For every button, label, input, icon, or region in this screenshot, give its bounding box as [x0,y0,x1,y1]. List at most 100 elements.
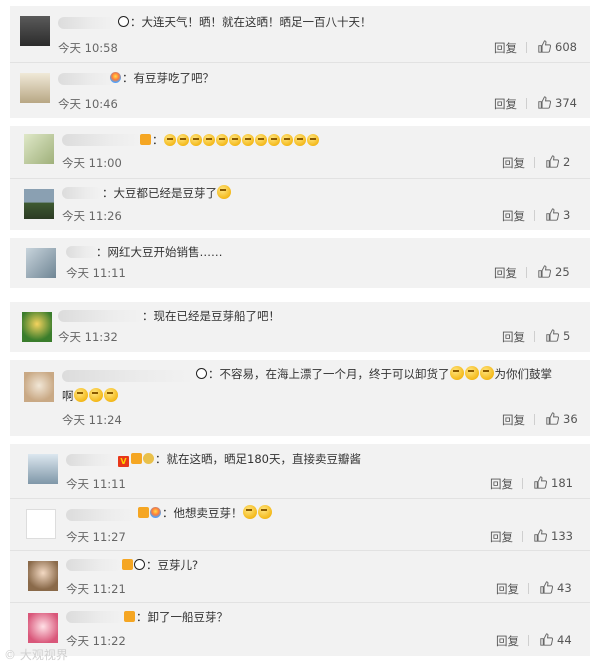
comment-card-5: ：不容易，在海上漂了一个月，终于可以卸货了 为你们鼓掌 啊 今天 11:24 回复… [10,360,590,436]
emoji-icon [73,388,119,403]
timestamp: 今天 11:21 [66,582,126,596]
comment-5: ：网红大豆开始销售…… 今天 11:11 回复 25 [10,238,590,288]
reply-button[interactable]: 回复 [502,155,525,171]
like-button[interactable]: 5 [546,329,570,343]
like-button[interactable]: 44 [540,633,572,647]
like-count: 608 [555,40,577,54]
username-blurred[interactable] [66,559,122,571]
avatar[interactable] [28,561,58,591]
medal-badge-icon [124,611,135,622]
like-button[interactable]: 608 [538,40,577,54]
medal-badge-icon [131,453,142,464]
badge-icon [140,134,151,145]
like-button[interactable]: 36 [546,412,578,426]
reply-button[interactable]: 回复 [494,265,517,281]
avatar[interactable] [28,613,58,643]
like-button[interactable]: 43 [540,581,572,595]
emoji-icon [242,505,273,520]
timestamp: 今天 11:27 [66,530,126,544]
comment-text-wrap: 啊 [62,389,74,403]
comment-text: ：大连天气！晒！就在这晒！晒足一百八十天！ [130,15,372,29]
comment-card-2: ： 今天 11:00 回复 2 ：大豆都已经是豆芽了 今天 11:26 回复 3 [10,126,590,230]
like-count: 133 [551,529,573,543]
like-button[interactable]: 181 [534,476,573,490]
emoji-icon [449,366,495,381]
comment-text: ：他想卖豆芽！ [162,506,243,520]
comment-6: ：现在已经是豆芽船了吧！ 今天 11:32 回复 5 [10,302,590,352]
username-blurred[interactable] [66,246,98,258]
comment-text: ：网红大豆开始销售…… [96,245,223,259]
thumbs-up-icon [534,529,548,542]
username-blurred[interactable] [58,73,116,85]
avatar[interactable] [22,312,52,342]
panda-icon [134,559,145,570]
comment-card-6: V ：就在这晒，晒足180天，直接卖豆瓣酱 今天 11:11 回复 181 ：他想… [10,444,590,656]
like-button[interactable]: 133 [534,529,573,543]
avatar[interactable] [20,16,50,46]
avatar[interactable] [26,248,56,278]
thumbs-up-icon [546,412,560,425]
avatar[interactable] [26,509,56,539]
reply-button[interactable]: 回复 [494,40,517,56]
thumbs-up-icon [546,329,560,342]
like-button[interactable]: 374 [538,96,577,110]
timestamp: 今天 10:46 [58,97,118,111]
reply-button[interactable]: 回复 [490,529,513,545]
comment-4: ：大豆都已经是豆芽了 今天 11:26 回复 3 [10,178,590,231]
reply-button[interactable]: 回复 [490,476,513,492]
like-button[interactable]: 3 [546,208,570,222]
like-count: 36 [563,412,578,426]
avatar[interactable] [28,454,58,484]
reply-button[interactable]: 回复 [502,208,525,224]
like-button[interactable]: 2 [546,155,570,169]
timestamp: 今天 11:00 [62,156,122,170]
divider [534,331,535,342]
comment-text: ： [152,133,164,147]
username-blurred[interactable] [62,370,196,382]
comment-text: ：豆芽儿? [146,558,199,572]
divider [534,414,535,425]
timestamp: 今天 11:11 [66,477,126,491]
username-blurred[interactable] [58,17,116,29]
username-blurred[interactable] [66,509,136,521]
panda-icon [118,16,129,27]
divider [528,583,529,594]
avatar[interactable] [24,134,54,164]
rainbow-badge-icon [110,72,121,83]
username-blurred[interactable] [66,611,124,623]
thumbs-up-icon [546,208,560,221]
avatar[interactable] [24,189,54,219]
comment-text: ：不容易，在海上漂了一个月，终于可以卸货了 [208,367,450,381]
reply-button[interactable]: 回复 [496,581,519,597]
username-blurred[interactable] [62,134,142,146]
avatar[interactable] [24,372,54,402]
like-button[interactable]: 25 [538,265,570,279]
reply-button[interactable]: 回复 [494,96,517,112]
comment-8: V ：就在这晒，晒足180天，直接卖豆瓣酱 今天 11:11 回复 181 [10,444,590,496]
reply-button[interactable]: 回复 [496,633,519,649]
comment-10: ：豆芽儿? 今天 11:21 回复 43 [10,550,590,603]
comment-text: ：有豆芽吃了吧？ [122,71,214,85]
divider [534,157,535,168]
reply-button[interactable]: 回复 [502,329,525,345]
emoji-icon [217,185,231,199]
thumbs-up-icon [546,155,560,168]
watermark: © 大观视界 [4,648,68,662]
reply-button[interactable]: 回复 [502,412,525,428]
comment-1: ：大连天气！晒！就在这晒！晒足一百八十天！ 今天 10:58 回复 608 [10,6,590,62]
thumbs-up-icon [538,96,552,109]
thumbs-up-icon [540,633,554,646]
comment-card-3: ：网红大豆开始销售…… 今天 11:11 回复 25 [10,238,590,288]
divider [526,98,527,109]
like-count: 2 [563,155,571,169]
username-blurred[interactable] [58,310,144,322]
thumbs-up-icon [538,265,552,278]
thumbs-up-icon [534,476,548,489]
divider [522,531,523,542]
crown-badge-icon [143,453,154,464]
avatar[interactable] [20,73,50,103]
timestamp: 今天 11:32 [58,330,118,344]
timestamp: 今天 11:24 [62,413,122,427]
username-blurred[interactable] [62,187,102,199]
username-blurred[interactable] [66,454,116,466]
